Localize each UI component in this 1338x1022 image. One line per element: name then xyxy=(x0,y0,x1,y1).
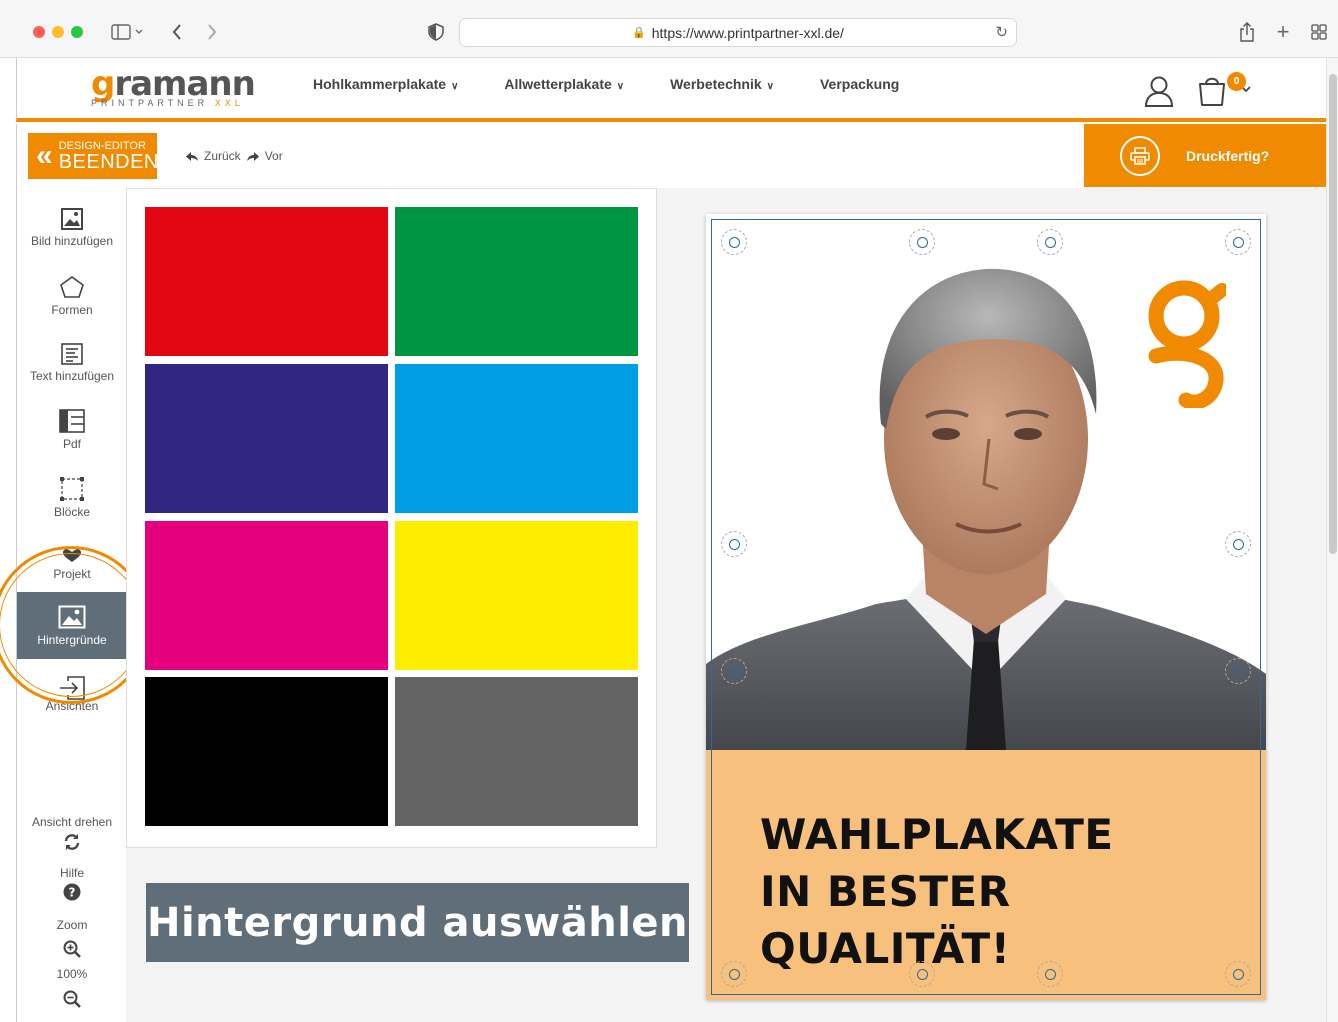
help-icon[interactable]: ? xyxy=(17,883,127,901)
chevron-down-icon: ∨ xyxy=(451,81,459,92)
rotate-view-label: Ansicht drehen xyxy=(31,815,113,829)
pentagon-icon xyxy=(60,275,84,298)
sidebar-toggle-icon[interactable] xyxy=(108,18,148,46)
zoom-out-icon[interactable] xyxy=(17,990,127,1008)
scrollbar-thumb[interactable] xyxy=(1329,74,1337,554)
gramann-logo[interactable]: gramann PRINTPARTNER XXL xyxy=(91,67,256,108)
cart-count-badge: 0 xyxy=(1227,72,1246,91)
print-ready-button[interactable]: Druckfertig? xyxy=(1084,124,1326,187)
sidebar-item-views[interactable]: Ansichten xyxy=(17,660,127,727)
poster-preview[interactable]: WAHLPLAKATE IN BESTER QUALITÄT! xyxy=(706,214,1266,1000)
portrait-photo[interactable] xyxy=(706,214,1266,750)
grommet-marker[interactable] xyxy=(1225,961,1251,987)
sidebar-item-project[interactable]: Projekt xyxy=(17,531,127,598)
new-tab-icon[interactable]: + xyxy=(1272,18,1294,46)
sidebar-item-add-image[interactable]: Bild hinzufügen xyxy=(17,194,127,261)
heart-icon xyxy=(63,548,81,562)
url-text: https://www.printpartner-xxl.de/ xyxy=(651,24,844,41)
poster-text-area[interactable]: WAHLPLAKATE IN BESTER QUALITÄT! xyxy=(706,750,1266,1000)
forward-icon[interactable] xyxy=(201,18,223,46)
svg-text:?: ? xyxy=(69,886,76,900)
undo-button[interactable]: Zurück xyxy=(204,149,241,163)
grommet-marker[interactable] xyxy=(1225,229,1251,255)
gramann-g-logo-mark xyxy=(1148,280,1226,408)
nav-item-werbetechnik[interactable]: Werbetechnik ∨ xyxy=(670,76,774,92)
lock-icon: 🔒 xyxy=(632,27,646,39)
tab-overview-icon[interactable] xyxy=(1308,18,1330,46)
share-icon[interactable] xyxy=(1236,18,1258,46)
page-scrollbar[interactable] xyxy=(1326,58,1338,1022)
swatch-yellow[interactable] xyxy=(395,521,638,670)
printer-icon xyxy=(1120,135,1160,176)
grommet-marker[interactable] xyxy=(1225,531,1251,557)
zoom-in-icon[interactable] xyxy=(17,940,127,958)
exit-editor-button[interactable]: « DESIGN-EDITOR BEENDEN xyxy=(28,133,158,179)
nav-item-verpackung[interactable]: Verpackung xyxy=(820,76,899,92)
undo-redo-group: Zurück Vor xyxy=(185,149,283,163)
grommet-marker[interactable] xyxy=(909,961,935,987)
close-window-button[interactable] xyxy=(33,26,45,38)
sidebar-item-add-text[interactable]: Text hinzufügen xyxy=(17,329,127,396)
swatch-magenta[interactable] xyxy=(145,521,388,670)
main-nav: Hohlkammerplakate ∨ Allwetterplakate ∨ Wer… xyxy=(313,76,899,92)
editor-canvas-area: Hintergrund auswählen WAHLPLAKATE IN BES… xyxy=(126,188,1326,1022)
rotate-icon[interactable] xyxy=(17,833,127,851)
minimize-window-button[interactable] xyxy=(52,26,64,38)
redo-button[interactable]: Vor xyxy=(265,149,283,163)
grommet-marker[interactable] xyxy=(1037,961,1063,987)
undo-arrow-icon[interactable] xyxy=(185,151,199,162)
blocks-icon xyxy=(60,476,84,501)
swatch-cyan[interactable] xyxy=(395,364,638,513)
image-add-icon xyxy=(61,207,83,230)
user-account-icon[interactable] xyxy=(1144,75,1174,107)
reload-icon[interactable]: ↻ xyxy=(995,23,1008,41)
swatch-green[interactable] xyxy=(395,207,638,356)
editor-toolbar: « DESIGN-EDITOR BEENDEN Zurück Vor Druck… xyxy=(16,124,1326,188)
grommet-marker[interactable] xyxy=(721,229,747,255)
site-header: gramann PRINTPARTNER XXL Hohlkammerplaka… xyxy=(16,58,1326,122)
zoom-value: 100% xyxy=(56,967,88,981)
text-icon xyxy=(61,342,83,365)
back-icon[interactable] xyxy=(166,18,188,46)
grommet-marker[interactable] xyxy=(721,531,747,557)
sidebar-item-backgrounds[interactable]: Hintergründe xyxy=(17,592,127,659)
swatch-red[interactable] xyxy=(145,207,388,356)
cart-button[interactable]: 0 xyxy=(1197,72,1257,108)
sidebar-item-shapes[interactable]: Formen xyxy=(17,262,127,329)
swatch-black[interactable] xyxy=(145,677,388,826)
pdf-icon xyxy=(59,408,85,433)
help-label: Hilfe xyxy=(59,866,84,880)
background-swatch-panel xyxy=(126,188,657,848)
sidebar-item-blocks[interactable]: Blöcke xyxy=(17,464,127,531)
exit-arrow-icon xyxy=(60,675,85,700)
grommet-marker[interactable] xyxy=(721,961,747,987)
nav-item-allwetterplakate[interactable]: Allwetterplakate ∨ xyxy=(504,76,624,92)
zoom-label: Zoom xyxy=(56,918,88,932)
poster-headline[interactable]: WAHLPLAKATE IN BESTER QUALITÄT! xyxy=(760,806,1266,977)
nav-item-hohlkammerplakate[interactable]: Hohlkammerplakate ∨ xyxy=(313,76,458,92)
sidebar-item-pdf[interactable]: Pdf xyxy=(17,396,127,463)
swatch-gray[interactable] xyxy=(395,677,638,826)
grommet-marker[interactable] xyxy=(1037,229,1063,255)
swatch-dark-blue[interactable] xyxy=(145,364,388,513)
select-background-caption: Hintergrund auswählen xyxy=(146,883,689,962)
editor-sidebar: Bild hinzufügen Formen Text hinzufügen P… xyxy=(16,188,127,1022)
background-image-icon xyxy=(58,605,86,628)
browser-toolbar: 🔒 https://www.printpartner-xxl.de/ ↻ + xyxy=(0,0,1338,58)
chevron-down-icon: ∨ xyxy=(616,81,625,92)
grommet-marker[interactable] xyxy=(909,229,935,255)
privacy-shield-icon[interactable] xyxy=(424,18,448,46)
chevron-down-icon: ∨ xyxy=(766,81,774,92)
address-bar[interactable]: 🔒 https://www.printpartner-xxl.de/ ↻ xyxy=(459,18,1017,47)
grommet-marker[interactable] xyxy=(721,658,747,684)
zoom-window-button[interactable] xyxy=(71,26,83,38)
grommet-marker[interactable] xyxy=(1225,658,1251,684)
double-chevron-left-icon: « xyxy=(36,139,53,172)
redo-arrow-icon[interactable] xyxy=(246,151,260,162)
